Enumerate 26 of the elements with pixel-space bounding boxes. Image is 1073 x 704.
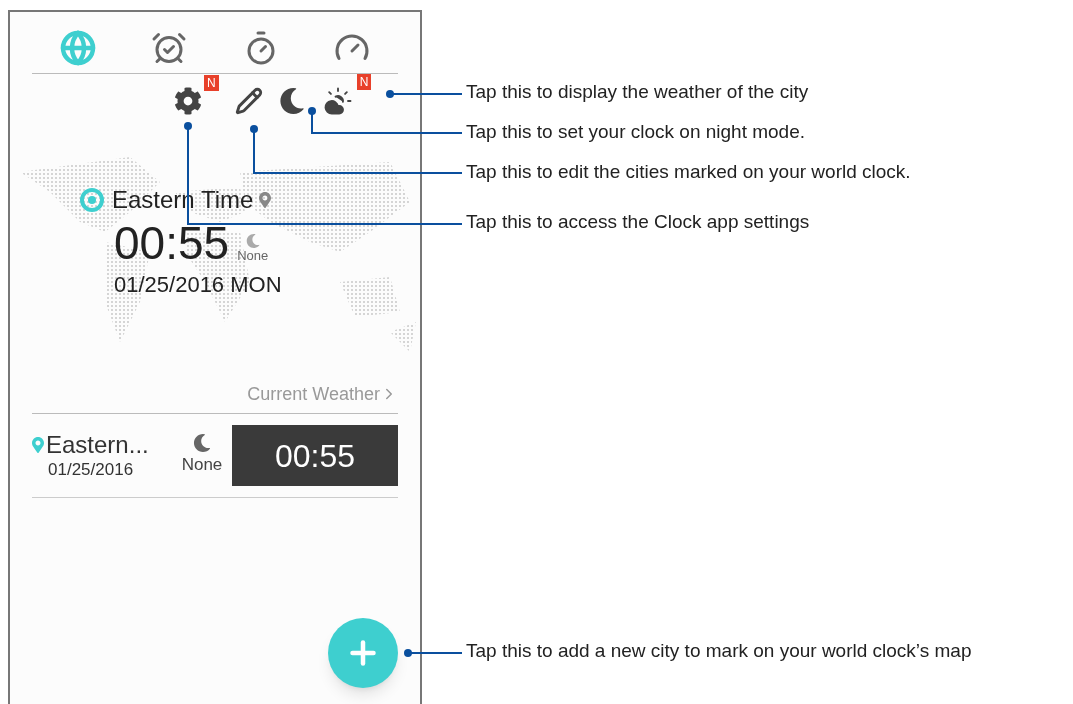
settings-icon[interactable]	[174, 87, 202, 115]
city-row[interactable]: Eastern... 01/25/2016 None 00:55	[32, 414, 398, 498]
callout-text: Tap this to access the Clock app settings	[466, 210, 811, 234]
callout-text: Tap this to edit the cities marked on your world clock.	[466, 160, 912, 184]
callout-text: Tap this to set your clock on night mode.	[466, 120, 806, 144]
moon-icon[interactable]	[278, 88, 305, 114]
clock-date: 01/25/2016 MON	[114, 271, 283, 299]
globe-icon	[59, 30, 96, 66]
moon-icon	[193, 433, 211, 452]
new-badge: N	[356, 74, 372, 90]
alarm-clock-icon	[151, 30, 188, 66]
clock-time: 00:55	[114, 219, 230, 267]
weather-label: None	[237, 248, 269, 263]
weather-label: None	[181, 453, 223, 476]
city-date: 01/25/2016	[48, 458, 135, 481]
moon-icon	[245, 234, 260, 248]
leader-line	[404, 649, 463, 657]
time-display: 00:55	[232, 425, 398, 486]
city-name: Eastern...	[46, 430, 149, 459]
new-badge: N	[204, 75, 219, 91]
callout-text: Tap this to add a new city to mark on your world clock’s map	[466, 639, 972, 663]
target-icon	[80, 188, 104, 212]
map-pin-icon	[259, 192, 272, 208]
callout-text: Tap this to display the weather of the city	[466, 80, 810, 104]
map-pin-icon	[32, 436, 44, 453]
pencil-icon[interactable]	[234, 87, 263, 115]
